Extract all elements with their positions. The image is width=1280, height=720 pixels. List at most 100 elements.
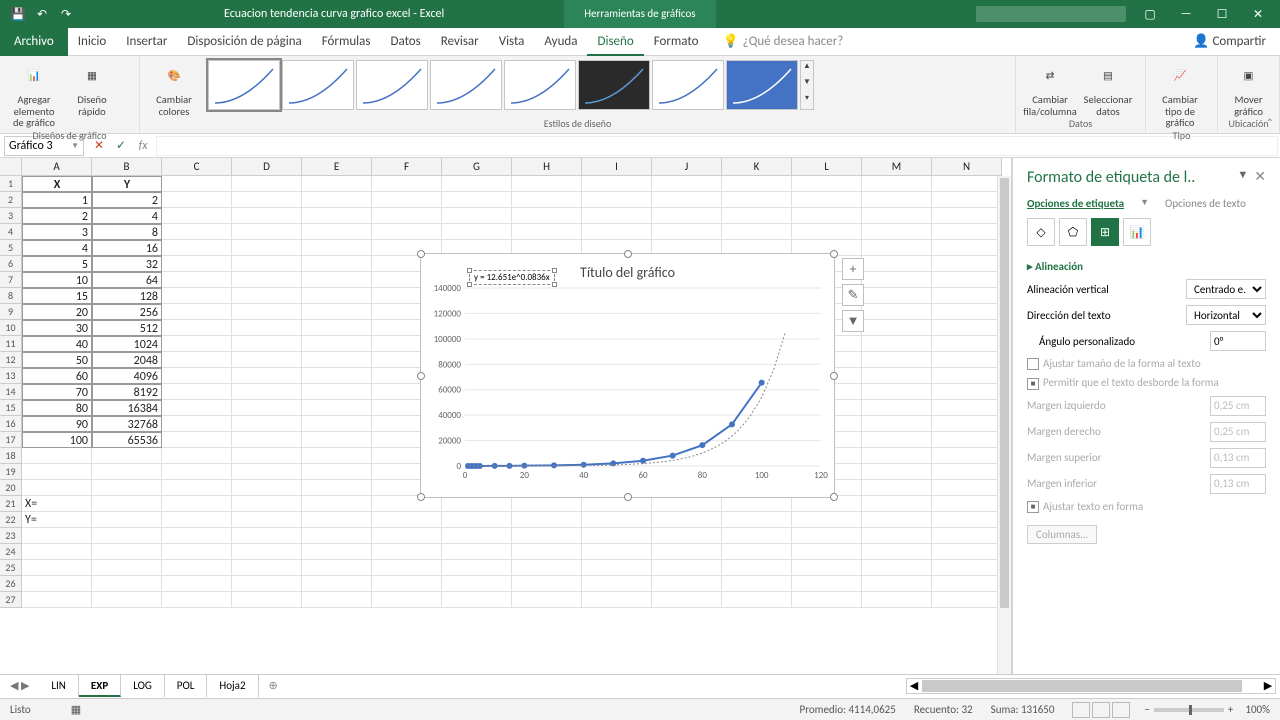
cell[interactable]: [372, 208, 442, 224]
chart-style-4[interactable]: [430, 60, 502, 110]
cell[interactable]: [862, 400, 932, 416]
cell[interactable]: [512, 208, 582, 224]
row-header[interactable]: 19: [0, 464, 22, 480]
cell[interactable]: 128: [92, 288, 162, 304]
tell-me-input[interactable]: ¿Qué desea hacer?: [743, 34, 844, 49]
cell[interactable]: [862, 256, 932, 272]
cell[interactable]: [232, 528, 302, 544]
cell[interactable]: [302, 560, 372, 576]
cell[interactable]: [652, 592, 722, 608]
cell[interactable]: [792, 560, 862, 576]
cell[interactable]: [442, 512, 512, 528]
row-header[interactable]: 23: [0, 528, 22, 544]
col-header[interactable]: M: [862, 158, 932, 176]
cell[interactable]: [792, 208, 862, 224]
cell[interactable]: [862, 368, 932, 384]
tab-formulas[interactable]: Fórmulas: [312, 28, 381, 56]
cell[interactable]: [22, 528, 92, 544]
cell[interactable]: [302, 192, 372, 208]
cell[interactable]: [862, 304, 932, 320]
cell[interactable]: [862, 352, 932, 368]
cell[interactable]: [582, 592, 652, 608]
cell[interactable]: 16: [92, 240, 162, 256]
tab-insert[interactable]: Insertar: [116, 28, 177, 56]
col-header[interactable]: G: [442, 158, 512, 176]
cell[interactable]: [372, 528, 442, 544]
chart-plot-area[interactable]: 0200004000060000800001000001200001400000…: [421, 254, 836, 499]
cell[interactable]: [932, 368, 1002, 384]
col-header[interactable]: H: [512, 158, 582, 176]
cell[interactable]: [932, 480, 1002, 496]
col-header[interactable]: K: [722, 158, 792, 176]
cell[interactable]: [372, 192, 442, 208]
sheet-tab-lin[interactable]: LIN: [39, 675, 79, 697]
quick-layout-button[interactable]: ▦ Diseño rápido: [66, 60, 118, 117]
cell[interactable]: [162, 432, 232, 448]
cell[interactable]: 8: [92, 224, 162, 240]
cell[interactable]: 2048: [92, 352, 162, 368]
tab-page-layout[interactable]: Disposición de página: [177, 28, 311, 56]
cell[interactable]: [652, 224, 722, 240]
row-header[interactable]: 11: [0, 336, 22, 352]
chart-handle[interactable]: [417, 493, 425, 501]
cell[interactable]: [162, 208, 232, 224]
cell[interactable]: [232, 400, 302, 416]
chart-handle[interactable]: [830, 372, 838, 380]
cell[interactable]: [162, 304, 232, 320]
cell[interactable]: [22, 464, 92, 480]
cell[interactable]: [582, 560, 652, 576]
pagebreak-view-icon[interactable]: [1112, 702, 1130, 718]
cell[interactable]: 4: [22, 240, 92, 256]
cell[interactable]: [862, 544, 932, 560]
cell[interactable]: 60: [22, 368, 92, 384]
row-header[interactable]: 26: [0, 576, 22, 592]
cell[interactable]: [302, 176, 372, 192]
cell[interactable]: [652, 512, 722, 528]
cell[interactable]: [862, 176, 932, 192]
cell[interactable]: 50: [22, 352, 92, 368]
cell[interactable]: 70: [22, 384, 92, 400]
cell[interactable]: [22, 448, 92, 464]
cell[interactable]: [932, 512, 1002, 528]
cell[interactable]: [92, 480, 162, 496]
tab-home[interactable]: Inicio: [68, 28, 116, 56]
cell[interactable]: [862, 320, 932, 336]
row-header[interactable]: 3: [0, 208, 22, 224]
undo-icon[interactable]: ↶: [34, 6, 50, 22]
valign-select[interactable]: Centrado e...: [1186, 279, 1266, 299]
cell[interactable]: [92, 448, 162, 464]
tab-view[interactable]: Vista: [489, 28, 535, 56]
cell[interactable]: [232, 432, 302, 448]
cell[interactable]: [442, 176, 512, 192]
row-header[interactable]: 10: [0, 320, 22, 336]
macro-record-icon[interactable]: ▦: [71, 703, 81, 716]
cell[interactable]: [232, 304, 302, 320]
pagelayout-view-icon[interactable]: [1092, 702, 1110, 718]
cell[interactable]: [792, 192, 862, 208]
sheet-nav[interactable]: ◀ ▶: [0, 679, 39, 692]
label-options-tab[interactable]: Opciones de etiqueta: [1027, 197, 1124, 210]
cell[interactable]: [442, 528, 512, 544]
cell[interactable]: [232, 480, 302, 496]
cell[interactable]: [302, 352, 372, 368]
normal-view-icon[interactable]: [1072, 702, 1090, 718]
cell[interactable]: [512, 592, 582, 608]
cell[interactable]: [862, 192, 932, 208]
new-sheet-button[interactable]: ⊕: [259, 679, 288, 692]
cell[interactable]: [862, 208, 932, 224]
row-header[interactable]: 24: [0, 544, 22, 560]
cell[interactable]: [162, 240, 232, 256]
select-data-button[interactable]: ▤ Seleccionar datos: [1082, 60, 1134, 117]
cell[interactable]: [302, 320, 372, 336]
cell[interactable]: [162, 448, 232, 464]
tab-design[interactable]: Diseño: [587, 28, 643, 56]
cell[interactable]: [862, 432, 932, 448]
chart-style-5[interactable]: [504, 60, 576, 110]
cell[interactable]: [722, 208, 792, 224]
dropdown-icon[interactable]: ▼: [1140, 197, 1149, 210]
cell[interactable]: [932, 336, 1002, 352]
cell[interactable]: [302, 304, 372, 320]
cell[interactable]: [512, 176, 582, 192]
cell[interactable]: [652, 528, 722, 544]
cell[interactable]: [932, 560, 1002, 576]
